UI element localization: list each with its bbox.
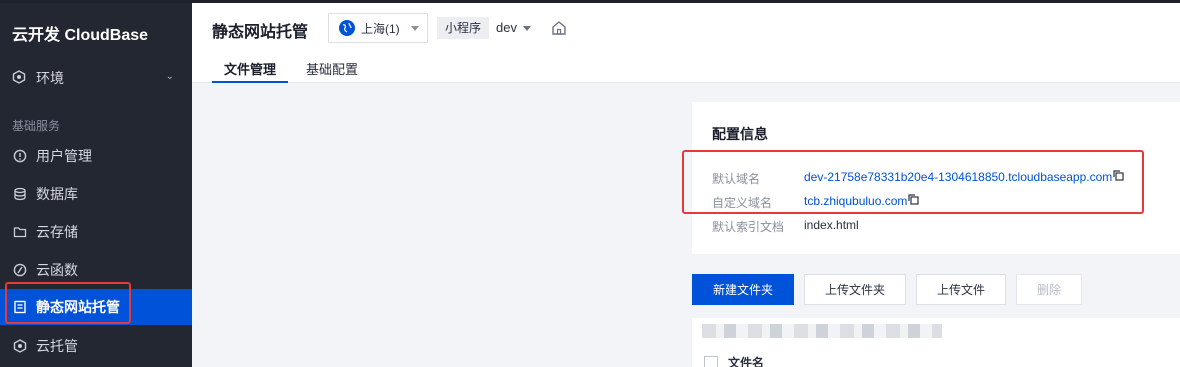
sidebar-item-label: 云函数 (36, 262, 78, 278)
index-doc-value: index.html (804, 218, 859, 232)
section-label: 基础服务 (12, 119, 61, 133)
env-select[interactable]: dev (496, 17, 531, 39)
sidebar-item-functions[interactable]: 云函数 (0, 252, 192, 288)
tabs: 文件管理 基础配置 (212, 55, 370, 83)
custom-domain-link[interactable]: tcb.zhiqubuluo.com (804, 194, 907, 211)
config-title: 配置信息 (712, 126, 768, 142)
function-icon (12, 262, 28, 278)
sidebar-item-storage[interactable]: 云存储 (0, 214, 192, 250)
new-folder-button[interactable]: 新建文件夹 (692, 274, 794, 305)
custom-domain-label: 自定义域名 (712, 196, 773, 210)
sidebar-item-database[interactable]: 数据库 (0, 176, 192, 212)
config-card: 配置信息 默认域名 dev-21758e78331b20e4-130461885… (692, 102, 1180, 254)
folder-icon (12, 224, 28, 240)
database-icon (12, 186, 28, 202)
mini-program-tag: 小程序 (437, 17, 490, 39)
hexagon-icon (12, 338, 28, 354)
env-label: 环境 (36, 70, 64, 86)
env-value: dev (496, 20, 517, 35)
sidebar-item-user-management[interactable]: 用户管理 (0, 138, 192, 174)
user-icon (12, 148, 28, 164)
region-value: 上海(1) (361, 21, 400, 36)
sidebar-item-label: 静态网站托管 (36, 299, 120, 315)
sidebar-item-label: 用户管理 (36, 148, 92, 164)
select-all-checkbox[interactable] (704, 355, 718, 367)
sidebar: 云开发 CloudBase 环境 ⌄ 基础服务 用户管理 数据库 云存储 云函数 (0, 3, 192, 367)
caret-down-icon (522, 25, 531, 31)
region-select[interactable]: 上海(1) (328, 13, 428, 43)
default-domain-link[interactable]: dev-21758e78331b20e4-1304618850.tcloudba… (804, 170, 1112, 187)
sidebar-item-label: 数据库 (36, 186, 78, 202)
sidebar-item-static-hosting[interactable]: 静态网站托管 (0, 289, 192, 325)
globe-icon (339, 20, 355, 36)
default-domain-label: 默认域名 (712, 172, 761, 186)
copy-icon[interactable] (908, 194, 920, 205)
tab-file-management[interactable]: 文件管理 (212, 55, 289, 83)
sidebar-item-label: 云存储 (36, 224, 78, 240)
hexagon-icon (12, 70, 28, 86)
table-header: 文件名 (704, 354, 764, 367)
file-table: 文件名 (692, 318, 1180, 367)
index-doc-row: 默认索引文档 index.html (712, 218, 859, 235)
sidebar-item-label: 云托管 (36, 338, 78, 354)
path-breadcrumb-blurred (702, 324, 942, 338)
upload-file-button[interactable]: 上传文件 (916, 274, 1006, 305)
page-title: 静态网站托管 (212, 24, 309, 41)
custom-domain-row: 自定义域名 tcb.zhiqubuluo.com (712, 194, 920, 211)
brand-title: 云开发 CloudBase (12, 27, 149, 44)
document-icon (12, 299, 28, 315)
sidebar-item-cloud-hosting[interactable]: 云托管 (0, 328, 192, 364)
default-domain-row: 默认域名 dev-21758e78331b20e4-1304618850.tcl… (712, 170, 1124, 187)
header: 静态网站托管 上海(1) 小程序 dev 文件管理 基础配置 (192, 3, 1180, 83)
caret-down-icon (411, 26, 419, 31)
upload-folder-button[interactable]: 上传文件夹 (804, 274, 906, 305)
column-header-filename: 文件名 (728, 356, 765, 367)
tab-basic-config[interactable]: 基础配置 (294, 55, 370, 83)
home-icon[interactable] (550, 19, 568, 37)
delete-button[interactable]: 删除 (1016, 274, 1082, 305)
copy-icon[interactable] (1113, 170, 1124, 181)
index-doc-label: 默认索引文档 (712, 220, 785, 234)
env-selector[interactable]: 环境 ⌄ (0, 63, 192, 93)
chevron-down-icon: ⌄ (165, 71, 174, 82)
